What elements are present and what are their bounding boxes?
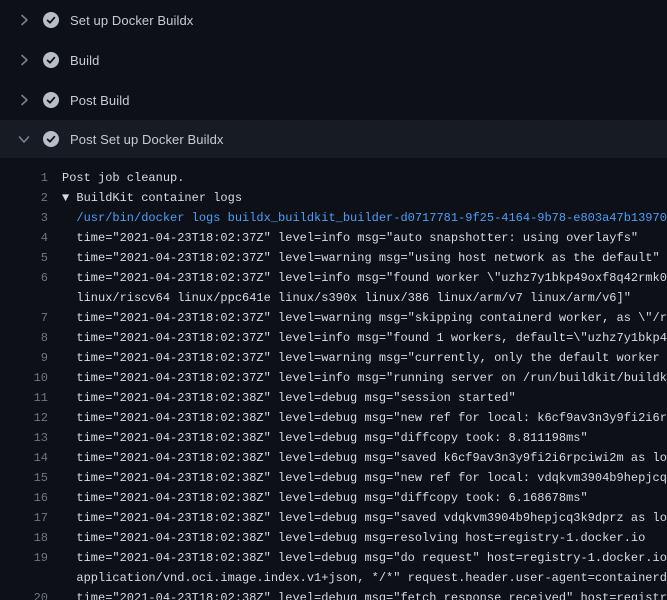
log-text: time="2021-04-23T18:02:37Z" level=info m… <box>62 368 667 388</box>
log-line-1: 1Post job cleanup. <box>0 168 667 188</box>
log-line-3: 3 /usr/bin/docker logs buildx_buildkit_b… <box>0 208 667 228</box>
chevron-down-icon <box>16 131 32 147</box>
log-text: time="2021-04-23T18:02:37Z" level=info m… <box>62 228 667 248</box>
log-text: time="2021-04-23T18:02:38Z" level=debug … <box>62 408 667 428</box>
line-number[interactable]: 7 <box>0 308 62 328</box>
line-number[interactable]: 13 <box>0 428 62 448</box>
log-line-continuation: linux/riscv64 linux/ppc641e linux/s390x … <box>0 288 667 308</box>
line-number <box>0 568 62 588</box>
line-number[interactable]: 8 <box>0 328 62 348</box>
log-line-8: 8 time="2021-04-23T18:02:37Z" level=info… <box>0 328 667 348</box>
log-text: time="2021-04-23T18:02:37Z" level=warnin… <box>62 348 667 368</box>
log-line-continuation: application/vnd.oci.image.index.v1+json,… <box>0 568 667 588</box>
chevron-right-icon <box>16 92 32 108</box>
log-text: time="2021-04-23T18:02:38Z" level=debug … <box>62 588 667 600</box>
log-text: time="2021-04-23T18:02:38Z" level=debug … <box>62 448 667 468</box>
check-circle-icon <box>43 52 59 68</box>
log-line-12: 12 time="2021-04-23T18:02:38Z" level=deb… <box>0 408 667 428</box>
check-circle-icon <box>43 92 59 108</box>
check-circle-icon <box>43 12 59 28</box>
log-text: time="2021-04-23T18:02:38Z" level=debug … <box>62 548 667 568</box>
log-text: time="2021-04-23T18:02:37Z" level=info m… <box>62 328 667 348</box>
log-group-toggle[interactable]: ▼ BuildKit container logs <box>62 188 667 208</box>
line-number[interactable]: 14 <box>0 448 62 468</box>
line-number[interactable]: 12 <box>0 408 62 428</box>
step-title: Post Set up Docker Buildx <box>70 133 224 146</box>
log-text: linux/riscv64 linux/ppc641e linux/s390x … <box>62 288 667 308</box>
chevron-right-icon <box>16 12 32 28</box>
log-text: time="2021-04-23T18:02:38Z" level=debug … <box>62 468 667 488</box>
log-line-19: 19 time="2021-04-23T18:02:38Z" level=deb… <box>0 548 667 568</box>
log-text: time="2021-04-23T18:02:38Z" level=debug … <box>62 488 667 508</box>
log-text: time="2021-04-23T18:02:38Z" level=debug … <box>62 528 667 548</box>
log-text: time="2021-04-23T18:02:38Z" level=debug … <box>62 508 667 528</box>
log-line-5: 5 time="2021-04-23T18:02:37Z" level=warn… <box>0 248 667 268</box>
log-line-14: 14 time="2021-04-23T18:02:38Z" level=deb… <box>0 448 667 468</box>
log-text: /usr/bin/docker logs buildx_buildkit_bui… <box>62 208 667 228</box>
step-title: Set up Docker Buildx <box>70 14 193 27</box>
line-number[interactable]: 6 <box>0 268 62 288</box>
step-title: Post Build <box>70 94 130 107</box>
log-area: 1Post job cleanup.2▼ BuildKit container … <box>0 158 667 600</box>
step-header-post-build[interactable]: Post Build <box>0 80 667 120</box>
line-number[interactable]: 20 <box>0 588 62 600</box>
log-line-9: 9 time="2021-04-23T18:02:37Z" level=warn… <box>0 348 667 368</box>
log-line-16: 16 time="2021-04-23T18:02:38Z" level=deb… <box>0 488 667 508</box>
line-number[interactable]: 3 <box>0 208 62 228</box>
chevron-right-icon <box>16 52 32 68</box>
line-number[interactable]: 18 <box>0 528 62 548</box>
log-line-13: 13 time="2021-04-23T18:02:38Z" level=deb… <box>0 428 667 448</box>
line-number[interactable]: 17 <box>0 508 62 528</box>
log-text: time="2021-04-23T18:02:38Z" level=debug … <box>62 388 667 408</box>
steps-list: Set up Docker Buildx Build Post Build Post … <box>0 0 667 158</box>
log-text: application/vnd.oci.image.index.v1+json,… <box>62 568 667 588</box>
log-line-20: 20 time="2021-04-23T18:02:38Z" level=deb… <box>0 588 667 600</box>
line-number[interactable]: 9 <box>0 348 62 368</box>
line-number[interactable]: 4 <box>0 228 62 248</box>
log-line-10: 10 time="2021-04-23T18:02:37Z" level=inf… <box>0 368 667 388</box>
log-text: time="2021-04-23T18:02:37Z" level=warnin… <box>62 248 667 268</box>
actions-log-viewer: Set up Docker Buildx Build Post Build Post … <box>0 0 667 600</box>
log-line-11: 11 time="2021-04-23T18:02:38Z" level=deb… <box>0 388 667 408</box>
line-number[interactable]: 2 <box>0 188 62 208</box>
check-circle-icon <box>43 131 59 147</box>
log-text: time="2021-04-23T18:02:37Z" level=warnin… <box>62 308 667 328</box>
line-number[interactable]: 11 <box>0 388 62 408</box>
line-number[interactable]: 1 <box>0 168 62 188</box>
line-number[interactable]: 15 <box>0 468 62 488</box>
log-line-15: 15 time="2021-04-23T18:02:38Z" level=deb… <box>0 468 667 488</box>
log-line-4: 4 time="2021-04-23T18:02:37Z" level=info… <box>0 228 667 248</box>
log-text: time="2021-04-23T18:02:37Z" level=info m… <box>62 268 667 288</box>
step-title: Build <box>70 54 99 67</box>
log-line-2: 2▼ BuildKit container logs <box>0 188 667 208</box>
line-number[interactable]: 19 <box>0 548 62 568</box>
log-line-6: 6 time="2021-04-23T18:02:37Z" level=info… <box>0 268 667 288</box>
log-text: time="2021-04-23T18:02:38Z" level=debug … <box>62 428 667 448</box>
line-number[interactable]: 16 <box>0 488 62 508</box>
log-line-17: 17 time="2021-04-23T18:02:38Z" level=deb… <box>0 508 667 528</box>
step-header-build[interactable]: Build <box>0 40 667 80</box>
log-text: Post job cleanup. <box>62 168 667 188</box>
step-header-post-set-up-docker-buildx[interactable]: Post Set up Docker Buildx <box>0 120 667 158</box>
step-header-set-up-docker-buildx[interactable]: Set up Docker Buildx <box>0 0 667 40</box>
log-line-18: 18 time="2021-04-23T18:02:38Z" level=deb… <box>0 528 667 548</box>
line-number <box>0 288 62 308</box>
log-line-7: 7 time="2021-04-23T18:02:37Z" level=warn… <box>0 308 667 328</box>
line-number[interactable]: 10 <box>0 368 62 388</box>
line-number[interactable]: 5 <box>0 248 62 268</box>
